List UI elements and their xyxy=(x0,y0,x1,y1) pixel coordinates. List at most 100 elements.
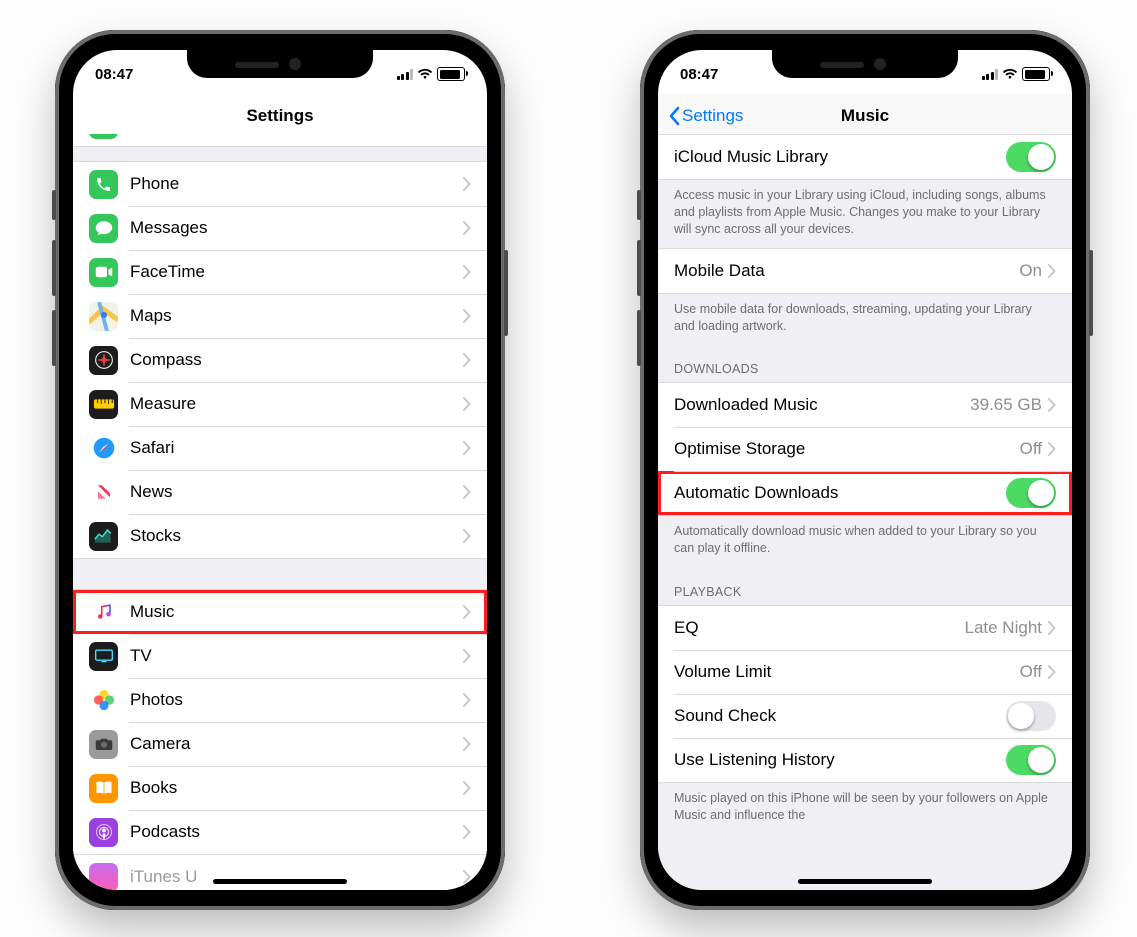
phone-right: 08:47 Settings Music iCloud Music Librar… xyxy=(640,30,1090,910)
music-row-use listening history[interactable]: Use Listening History xyxy=(658,738,1072,782)
row-label: Use Listening History xyxy=(674,750,1006,770)
chevron-right-icon xyxy=(1048,442,1056,456)
safari-icon xyxy=(89,434,118,463)
row-label: Camera xyxy=(130,734,463,754)
home-indicator[interactable] xyxy=(213,879,347,884)
notch xyxy=(187,50,373,78)
toggle-switch[interactable] xyxy=(1006,478,1056,508)
navbar-settings: Settings xyxy=(73,94,487,139)
chevron-right-icon xyxy=(463,221,471,235)
row-label: Maps xyxy=(130,306,463,326)
music-row-automatic downloads[interactable]: Automatic Downloads xyxy=(658,471,1072,515)
settings-row-safari[interactable]: Safari xyxy=(73,426,487,470)
music-row-icloud music library[interactable]: iCloud Music Library xyxy=(658,135,1072,179)
row-label: Books xyxy=(130,778,463,798)
row-label: Downloaded Music xyxy=(674,395,970,415)
settings-row-itunes[interactable]: iTunes U xyxy=(73,855,487,890)
section-footer: Access music in your Library using iClou… xyxy=(658,180,1072,248)
settings-row-tv[interactable]: TV xyxy=(73,634,487,678)
books-icon xyxy=(89,774,118,803)
settings-row-measure[interactable]: Measure xyxy=(73,382,487,426)
tv-icon xyxy=(89,642,118,671)
news-icon xyxy=(89,478,118,507)
list-item[interactable] xyxy=(73,134,487,146)
cellular-signal-icon xyxy=(982,69,999,80)
stocks-icon xyxy=(89,522,118,551)
status-time: 08:47 xyxy=(95,66,133,83)
row-label: Measure xyxy=(130,394,463,414)
row-label: Automatic Downloads xyxy=(674,483,1006,503)
music-row-downloaded music[interactable]: Downloaded Music39.65 GB xyxy=(658,383,1072,427)
settings-row-podcasts[interactable]: Podcasts xyxy=(73,810,487,854)
music-row-volume limit[interactable]: Volume LimitOff xyxy=(658,650,1072,694)
chevron-right-icon xyxy=(463,737,471,751)
music-row-mobile data[interactable]: Mobile DataOn xyxy=(658,249,1072,293)
toggle-switch[interactable] xyxy=(1006,745,1056,775)
toggle-switch[interactable] xyxy=(1006,701,1056,731)
notch xyxy=(772,50,958,78)
phone-left: 08:47 Settings Phone Messages FaceTime Maps… xyxy=(55,30,505,910)
camera-icon xyxy=(89,730,118,759)
chevron-right-icon xyxy=(463,693,471,707)
chevron-right-icon xyxy=(1048,398,1056,412)
row-label: FaceTime xyxy=(130,262,463,282)
music-row-optimise storage[interactable]: Optimise StorageOff xyxy=(658,427,1072,471)
row-label: iCloud Music Library xyxy=(674,147,1006,167)
measure-icon xyxy=(89,390,118,419)
music-row-eq[interactable]: EQLate Night xyxy=(658,606,1072,650)
chevron-right-icon xyxy=(463,870,471,884)
chevron-right-icon xyxy=(463,529,471,543)
row-label: Mobile Data xyxy=(674,261,1019,281)
settings-row-messages[interactable]: Messages xyxy=(73,206,487,250)
section-footer: Music played on this iPhone will be seen… xyxy=(658,783,1072,834)
settings-row-news[interactable]: News xyxy=(73,470,487,514)
settings-row-compass[interactable]: Compass xyxy=(73,338,487,382)
row-label: Compass xyxy=(130,350,463,370)
settings-row-phone[interactable]: Phone xyxy=(73,162,487,206)
settings-row-maps[interactable]: Maps xyxy=(73,294,487,338)
row-label: Messages xyxy=(130,218,463,238)
facetime-icon xyxy=(89,258,118,287)
toggle-switch[interactable] xyxy=(1006,142,1056,172)
settings-row-camera[interactable]: Camera xyxy=(73,722,487,766)
itunes-icon xyxy=(89,863,118,891)
settings-row-music[interactable]: Music xyxy=(73,590,487,634)
row-value: Off xyxy=(1020,439,1042,459)
settings-row-books[interactable]: Books xyxy=(73,766,487,810)
row-label: Sound Check xyxy=(674,706,1006,726)
music-icon xyxy=(89,598,118,627)
settings-row-photos[interactable]: Photos xyxy=(73,678,487,722)
chevron-right-icon xyxy=(1048,665,1056,679)
phone-icon xyxy=(89,170,118,199)
podcasts-icon xyxy=(89,818,118,847)
section-footer: Automatically download music when added … xyxy=(658,516,1072,567)
settings-row-facetime[interactable]: FaceTime xyxy=(73,250,487,294)
back-button[interactable]: Settings xyxy=(668,94,743,138)
battery-icon xyxy=(1022,67,1050,81)
row-label: Podcasts xyxy=(130,822,463,842)
back-label: Settings xyxy=(682,106,743,126)
battery-icon xyxy=(437,67,465,81)
cellular-signal-icon xyxy=(397,69,414,80)
chevron-right-icon xyxy=(463,177,471,191)
compass-icon xyxy=(89,346,118,375)
row-label: Safari xyxy=(130,438,463,458)
home-indicator[interactable] xyxy=(798,879,932,884)
music-row-sound check[interactable]: Sound Check xyxy=(658,694,1072,738)
navbar-music: Settings Music xyxy=(658,94,1072,139)
chevron-right-icon xyxy=(463,441,471,455)
chevron-right-icon xyxy=(463,309,471,323)
settings-row-stocks[interactable]: Stocks xyxy=(73,514,487,558)
row-value: Off xyxy=(1020,662,1042,682)
status-time: 08:47 xyxy=(680,66,718,83)
wifi-icon xyxy=(1002,68,1018,80)
page-title: Music xyxy=(841,106,889,126)
row-label: TV xyxy=(130,646,463,666)
row-label: Volume Limit xyxy=(674,662,1020,682)
row-label: Music xyxy=(130,602,463,622)
row-label: iTunes U xyxy=(130,867,463,887)
row-label: Stocks xyxy=(130,526,463,546)
messages-icon xyxy=(89,214,118,243)
chevron-right-icon xyxy=(463,781,471,795)
row-label: Phone xyxy=(130,174,463,194)
